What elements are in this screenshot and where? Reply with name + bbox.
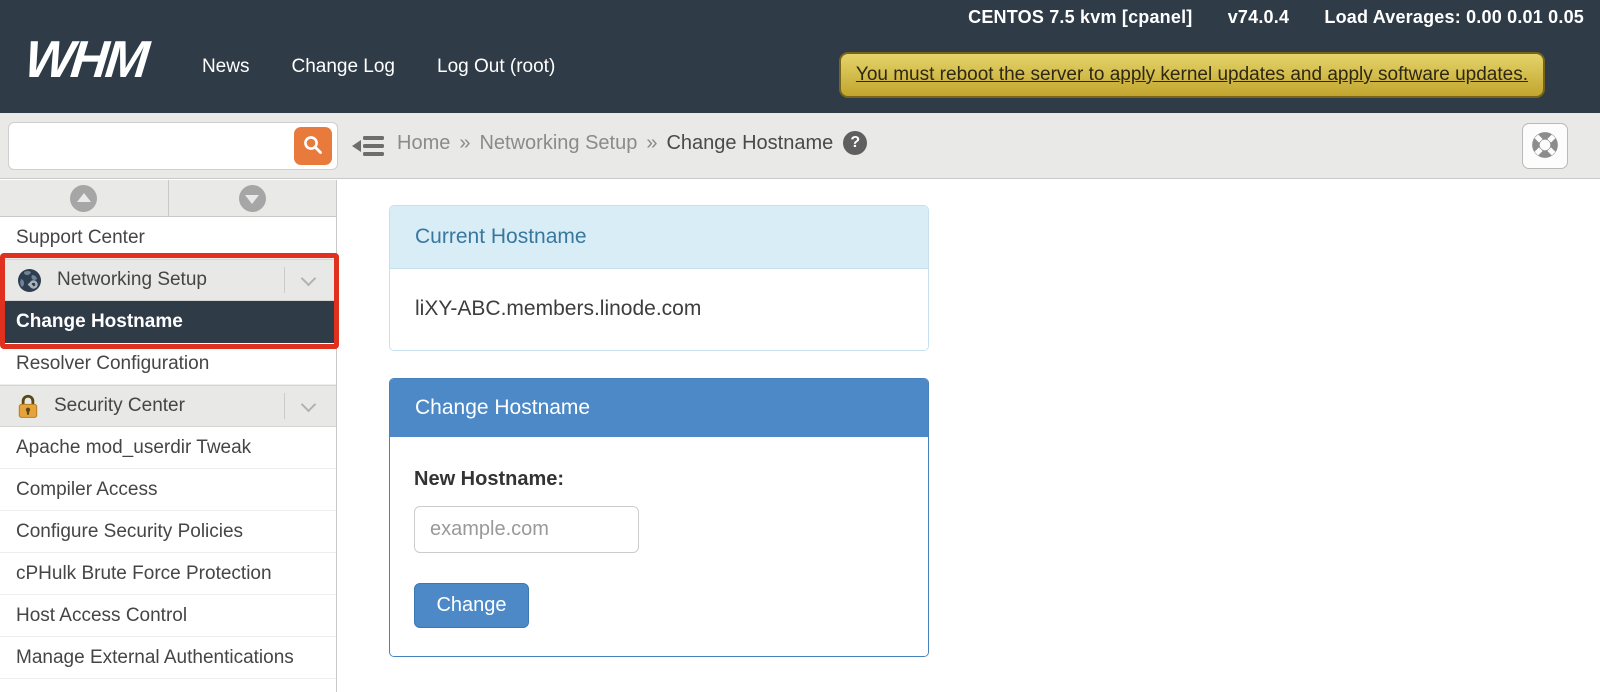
section-divider (284, 393, 285, 419)
sidebar-item-label: Manage External Authentications (16, 647, 294, 669)
toolbar: Home » Networking Setup » Change Hostnam… (0, 113, 1600, 179)
sidebar-scroll-controls (0, 180, 336, 217)
help-icon[interactable]: ? (843, 131, 867, 155)
scroll-up-button[interactable] (0, 180, 169, 216)
sidebar-item-manage-external-authentications[interactable]: Manage External Authentications (0, 637, 336, 679)
new-hostname-input[interactable] (414, 506, 639, 553)
current-hostname-panel-title: Current Hostname (390, 206, 928, 269)
reboot-alert-link[interactable]: You must reboot the server to apply kern… (839, 52, 1545, 98)
whm-logo[interactable]: WHM (22, 34, 162, 86)
nav-news[interactable]: News (202, 56, 250, 78)
scroll-down-button[interactable] (169, 180, 337, 216)
sidebar-item-label: Security Center (54, 395, 185, 417)
search-button[interactable] (294, 127, 332, 165)
breadcrumb: Home » Networking Setup » Change Hostnam… (397, 131, 867, 155)
search-input[interactable] (19, 127, 289, 165)
sidebar-item-label: Support Center (16, 227, 145, 249)
breadcrumb-networking-setup[interactable]: Networking Setup (479, 132, 637, 155)
search-icon (301, 133, 325, 160)
sidebar-item-host-access-control[interactable]: Host Access Control (0, 595, 336, 637)
padlock-icon (16, 393, 40, 419)
collapse-sidebar-icon[interactable] (352, 134, 386, 163)
breadcrumb-home[interactable]: Home (397, 132, 450, 155)
section-divider (284, 267, 285, 293)
main-content: Current Hostname liXY-ABC.members.linode… (338, 180, 1600, 692)
version-label: v74.0.4 (1228, 7, 1289, 27)
sidebar-item-configure-security-policies[interactable]: Configure Security Policies (0, 511, 336, 553)
sidebar-item-support-center[interactable]: Support Center (0, 217, 336, 259)
chevron-down-icon[interactable] (301, 270, 317, 286)
new-hostname-label: New Hostname: (414, 468, 564, 490)
sidebar-item-label: Change Hostname (16, 311, 183, 333)
sidebar-item-resolver-configuration[interactable]: Resolver Configuration (0, 343, 336, 385)
sidebar-item-cphulk-brute-force-protection[interactable]: cPHulk Brute Force Protection (0, 553, 336, 595)
server-status-line: CENTOS 7.5 kvm [cpanel] v74.0.4 Load Ave… (938, 7, 1584, 28)
sidebar-item-compiler-access[interactable]: Compiler Access (0, 469, 336, 511)
sidebar-item-security-center[interactable]: Security Center (0, 385, 336, 427)
sidebar-item-networking-setup[interactable]: Networking Setup (0, 259, 336, 301)
breadcrumb-separator: » (459, 132, 470, 155)
sidebar-item-label: Networking Setup (57, 269, 207, 291)
breadcrumb-separator: » (646, 132, 657, 155)
sidebar-item-label: Host Access Control (16, 605, 187, 627)
chevron-down-icon[interactable] (301, 396, 317, 412)
sidebar-item-apache-mod-userdir-tweak[interactable]: Apache mod_userdir Tweak (0, 427, 336, 469)
sidebar-item-change-hostname[interactable]: Change Hostname (0, 301, 336, 343)
breadcrumb-current-page: Change Hostname (666, 132, 833, 155)
current-hostname-value: liXY-ABC.members.linode.com (390, 269, 928, 350)
search-box (8, 122, 338, 170)
sidebar-item-label: cPHulk Brute Force Protection (16, 563, 272, 585)
nav-log-out[interactable]: Log Out (root) (437, 56, 555, 78)
system-label: CENTOS 7.5 kvm [cpanel] (968, 7, 1192, 27)
globe-wrench-icon (16, 267, 43, 294)
top-nav: News Change Log Log Out (root) (160, 56, 555, 78)
change-hostname-panel-title: Change Hostname (390, 379, 928, 437)
sidebar-item-label: Compiler Access (16, 479, 158, 501)
arrow-up-icon (70, 185, 97, 212)
nav-change-log[interactable]: Change Log (291, 56, 395, 78)
top-header: CENTOS 7.5 kvm [cpanel] v74.0.4 Load Ave… (0, 0, 1600, 113)
support-button[interactable] (1522, 123, 1568, 169)
sidebar-item-label: Resolver Configuration (16, 353, 209, 375)
sidebar-menu: Support Center Networking Setup Change Hos… (0, 217, 336, 679)
sidebar-item-label: Apache mod_userdir Tweak (16, 437, 251, 459)
arrow-down-icon (239, 185, 266, 212)
change-button[interactable]: Change (414, 583, 529, 628)
current-hostname-panel: Current Hostname liXY-ABC.members.linode… (389, 205, 929, 351)
sidebar-item-label: Configure Security Policies (16, 521, 243, 543)
load-averages-label: Load Averages: 0.00 0.01 0.05 (1324, 7, 1584, 27)
sidebar: Support Center Networking Setup Change Hos… (0, 180, 337, 692)
change-hostname-panel: Change Hostname New Hostname: Change (389, 378, 929, 657)
lifesaver-icon (1530, 130, 1560, 163)
